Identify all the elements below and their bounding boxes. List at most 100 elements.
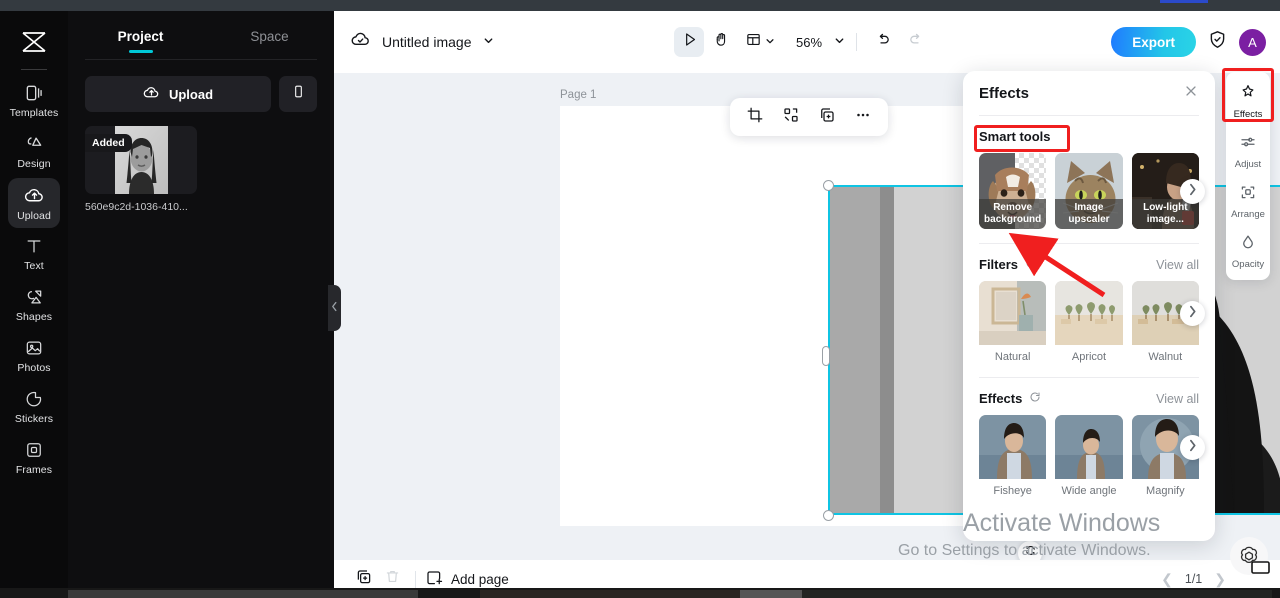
- rotate-handle[interactable]: [1017, 540, 1043, 560]
- card-image-upscaler[interactable]: Image upscaler: [1055, 153, 1123, 229]
- bottombar-divider: [415, 570, 416, 588]
- effects-grid: Fisheye Wide angle Magnify: [979, 415, 1205, 497]
- right-tool-rail: Effects Adjust Arrange Opacity: [1226, 72, 1270, 280]
- taskbar-segment[interactable]: [802, 590, 1272, 598]
- layout-tool-button[interactable]: [738, 27, 782, 57]
- sliders-icon: [1239, 133, 1257, 156]
- asset-thumbnail[interactable]: Added: [85, 126, 197, 194]
- card-remove-background[interactable]: Remove background: [979, 153, 1047, 229]
- taskbar-segment[interactable]: [68, 590, 418, 598]
- layout-panel-icon: [745, 31, 762, 53]
- browser-tab-indicator: [1160, 0, 1208, 3]
- effects-panel-title: Effects: [979, 84, 1030, 102]
- page-label: Page 1: [560, 89, 597, 101]
- select-tool-button[interactable]: [674, 27, 704, 57]
- avatar[interactable]: A: [1239, 28, 1266, 56]
- filters-grid: Natural Apricot Walnut: [979, 281, 1205, 363]
- refresh-icon[interactable]: [1025, 257, 1037, 272]
- card-filter-apricot[interactable]: Apricot: [1055, 281, 1123, 363]
- rail-item-label: Shapes: [15, 311, 53, 323]
- export-button[interactable]: Export: [1111, 27, 1196, 57]
- rail-item-upload[interactable]: Upload: [8, 178, 60, 228]
- section-header: Effects View all: [979, 391, 1199, 406]
- rail-item-photos[interactable]: Photos: [8, 331, 60, 381]
- upload-button-label: Upload: [168, 86, 214, 102]
- left-icon-rail: Templates Design Upload Text Shapes Phot…: [0, 11, 68, 588]
- toolbar-divider: [856, 33, 858, 51]
- tool-effects[interactable]: Effects: [1226, 76, 1270, 126]
- next-page-button[interactable]: ❯: [1214, 571, 1226, 588]
- rail-item-templates[interactable]: Templates: [8, 76, 60, 126]
- rail-item-shapes[interactable]: Shapes: [8, 280, 60, 330]
- undo-button[interactable]: [868, 27, 898, 57]
- refresh-icon[interactable]: [1029, 391, 1041, 406]
- chevron-down-icon[interactable]: [834, 33, 845, 51]
- document-title-group[interactable]: Untitled image: [350, 29, 494, 55]
- crop-tool-button[interactable]: [740, 102, 770, 132]
- close-icon[interactable]: [1183, 83, 1199, 104]
- card-label: Wide angle: [1061, 485, 1117, 497]
- rail-item-label: Text: [24, 260, 44, 272]
- prev-page-button[interactable]: ❮: [1161, 571, 1173, 588]
- smart-tools-next-button[interactable]: [1180, 179, 1205, 204]
- asset-item[interactable]: Added 560e9c2d-1036-410...: [85, 126, 197, 213]
- more-tool-button[interactable]: [848, 102, 878, 132]
- effects-view-all-link[interactable]: View all: [1156, 392, 1199, 406]
- resize-handle-bottom-left[interactable]: [823, 510, 834, 521]
- rail-item-frames[interactable]: Frames: [8, 433, 60, 483]
- rail-item-stickers[interactable]: Stickers: [8, 382, 60, 432]
- photos-icon: [24, 338, 44, 358]
- zoom-level[interactable]: 56%: [796, 35, 822, 50]
- chevron-right-icon: [1188, 183, 1197, 201]
- add-page-button[interactable]: Add page: [425, 569, 509, 590]
- topbar-right: Export A: [1111, 11, 1266, 73]
- tool-arrange[interactable]: Arrange: [1226, 176, 1270, 226]
- chevron-down-icon[interactable]: [765, 33, 775, 51]
- frames-icon: [24, 440, 44, 460]
- panel-collapse-button[interactable]: [328, 285, 341, 331]
- panel-tab-bar: Project Space: [68, 11, 334, 59]
- vase-on-shelf-thumbnail: [979, 281, 1047, 345]
- undo-arrow-icon: [875, 31, 892, 53]
- card-effect-fisheye[interactable]: Fisheye: [979, 415, 1047, 497]
- shield-check-icon[interactable]: [1207, 29, 1228, 55]
- chevron-down-icon[interactable]: [483, 33, 494, 51]
- capcut-logo-icon[interactable]: [17, 25, 51, 59]
- filters-next-button[interactable]: [1180, 301, 1205, 326]
- upload-from-mobile-button[interactable]: [279, 76, 317, 112]
- rail-item-design[interactable]: Design: [8, 127, 60, 177]
- tab-project[interactable]: Project: [76, 11, 205, 59]
- card-effect-wide-angle[interactable]: Wide angle: [1055, 415, 1123, 497]
- tab-space[interactable]: Space: [205, 11, 334, 59]
- trash-icon: [384, 568, 401, 590]
- shapes-icon: [24, 287, 44, 307]
- rotate-icon: [1024, 544, 1037, 560]
- resize-handle-middle-left[interactable]: [822, 346, 830, 366]
- tool-label: Adjust: [1234, 158, 1262, 170]
- upload-button[interactable]: Upload: [85, 76, 271, 112]
- tool-label: Opacity: [1231, 258, 1265, 270]
- rail-item-label: Photos: [17, 362, 51, 374]
- section-header: Filters View all: [979, 257, 1199, 272]
- add-page-icon: [425, 569, 443, 590]
- card-filter-natural[interactable]: Natural: [979, 281, 1047, 363]
- page-indicator: 1/1: [1184, 572, 1203, 586]
- tool-opacity[interactable]: Opacity: [1226, 226, 1270, 276]
- filters-view-all-link[interactable]: View all: [1156, 258, 1199, 272]
- duplicate-tool-button[interactable]: [812, 102, 842, 132]
- redo-button: [900, 27, 930, 57]
- upload-cloud-icon: [143, 84, 160, 104]
- card-label: Fisheye: [993, 485, 1032, 497]
- section-filters: Filters View all Natural Apricot Walnut: [963, 244, 1215, 363]
- mask-tool-button[interactable]: [776, 102, 806, 132]
- rail-item-text[interactable]: Text: [8, 229, 60, 279]
- tool-adjust[interactable]: Adjust: [1226, 126, 1270, 176]
- taskbar-segment[interactable]: [740, 590, 802, 598]
- resize-handle-top-left[interactable]: [823, 180, 834, 191]
- taskbar-segment[interactable]: [480, 590, 740, 598]
- effects-next-button[interactable]: [1180, 435, 1205, 460]
- templates-icon: [24, 83, 44, 103]
- hand-tool-button[interactable]: [706, 27, 736, 57]
- editor-topbar: Untitled image 56% Export A: [334, 11, 1280, 73]
- card-label: Remove background: [979, 199, 1047, 229]
